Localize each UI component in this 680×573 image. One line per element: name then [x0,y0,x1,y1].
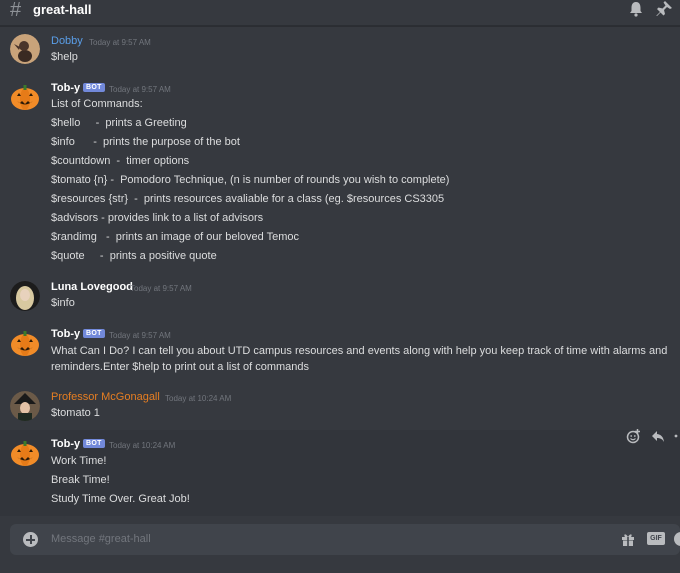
reply-icon[interactable] [650,428,666,444]
bot-badge: BOT [83,329,105,338]
gift-icon[interactable] [620,531,636,547]
gif-button[interactable]: GIF [647,532,665,545]
author-name[interactable]: Tob-y [51,82,80,94]
message-text: $randimg - prints an image of our belove… [51,231,300,243]
channel-name: great-hall [33,2,92,17]
avatar-toby-pumpkin[interactable] [10,82,40,112]
avatar-toby-pumpkin[interactable] [10,328,40,358]
add-reaction-icon[interactable] [626,428,642,444]
timestamp: Today at 10:24 AM [109,441,176,450]
message-text: $quote - prints a positive quote [51,250,217,262]
message-text: $advisors - provides link to a list of a… [51,212,264,224]
avatar-mcgonagall[interactable] [10,391,40,421]
author-name[interactable]: Tob-y [51,328,80,340]
timestamp: Today at 9:57 AM [89,38,151,47]
author-name[interactable]: Luna Lovegood [51,281,133,293]
message-text: $resources {str} - prints resources aval… [51,193,445,205]
message-text: $countdown - timer options [51,155,190,167]
message-text: What Can I Do? I can tell you about UTD … [51,345,668,373]
message-text: List of Commands: [51,98,143,110]
message-text: $help [51,51,78,63]
avatar-toby-pumpkin[interactable] [10,438,40,468]
pin-icon[interactable] [655,0,673,18]
author-name[interactable]: Professor McGonagall [51,391,160,403]
message-text: $hello - prints a Greeting [51,117,187,129]
message-text: Break Time! [51,474,110,486]
more-icon[interactable] [672,428,680,444]
avatar-dobby[interactable] [10,34,40,64]
message-text: $tomato 1 [51,407,100,419]
timestamp: Today at 9:57 AM [109,85,171,94]
timestamp: Today at 10:24 AM [165,394,232,403]
author-name[interactable]: Tob-y [51,438,80,450]
message-text: Work Time! [51,455,107,467]
plus-icon[interactable] [23,532,38,547]
message-composer[interactable]: Message #great-hall GIF [10,524,680,555]
bot-badge: BOT [83,83,105,92]
emoji-icon[interactable] [674,532,680,546]
message-text: Study Time Over. Great Job! [51,493,190,505]
timestamp: Today at 9:57 AM [130,284,192,293]
bell-icon[interactable] [627,0,645,18]
avatar-luna[interactable] [10,281,40,311]
bot-badge: BOT [83,439,105,448]
channel-header: # great-hall [0,0,680,26]
timestamp: Today at 9:57 AM [109,331,171,340]
message-text: $info - prints the purpose of the bot [51,136,240,148]
message-text: $tomato {n} - Pomodoro Technique, (n is … [51,174,450,186]
author-name[interactable]: Dobby [51,35,83,47]
message-input[interactable]: Message #great-hall [51,533,151,545]
channel-hash-icon: # [10,0,22,21]
message-text: $info [51,297,75,309]
